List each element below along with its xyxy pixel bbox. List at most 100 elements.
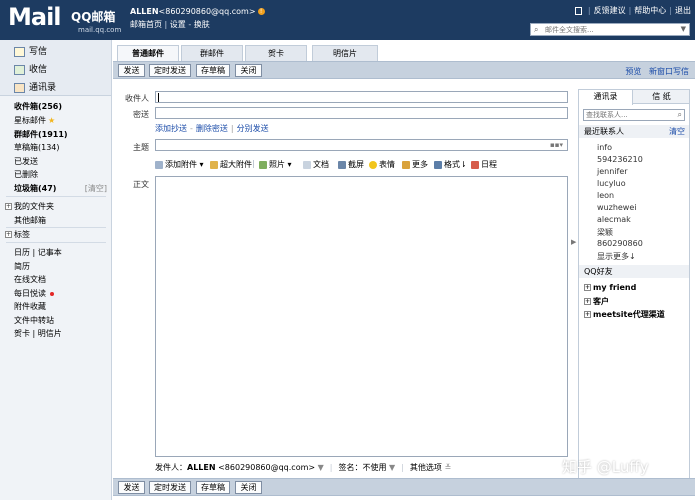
expand-options-icon[interactable]: ≚ (444, 463, 451, 472)
large-attachment-button[interactable]: 超大附件 (210, 159, 252, 170)
priority-menu-icon[interactable]: ▪▪▾ (550, 141, 563, 149)
close-button[interactable]: 关闭 (235, 64, 262, 77)
contact-item[interactable]: 梁颖 (597, 227, 613, 238)
file-transfer-link[interactable]: 文件中转站 (14, 315, 54, 326)
attachments-link[interactable]: 附件收藏 (14, 301, 46, 312)
group-customers[interactable]: + 客户 (584, 296, 609, 307)
schedule-button[interactable]: 日程 (471, 159, 497, 170)
tags[interactable]: + 标签 (5, 229, 30, 240)
tab-contacts[interactable]: 通讯录 (579, 90, 633, 105)
send-button-bottom[interactable]: 发送 (118, 481, 145, 494)
bcc-input[interactable] (155, 107, 568, 119)
receive-button[interactable]: 收信 (14, 62, 47, 75)
clear-recent-link[interactable]: 清空 (669, 125, 685, 138)
search-dropdown-icon[interactable]: ▼ (681, 25, 686, 33)
online-doc-link[interactable]: 在线文档 (14, 274, 46, 285)
other-options-link[interactable]: 其他选项 (410, 463, 442, 472)
to-input[interactable] (155, 91, 568, 103)
folder-deleted[interactable]: 已删除 (14, 169, 38, 180)
schedule-send-button[interactable]: 定时发送 (149, 64, 191, 77)
add-cc-link[interactable]: 添加抄送 (155, 124, 187, 133)
new-window-link[interactable]: 新窗口写信 (649, 67, 689, 76)
tab-stationery[interactable]: 信 纸 (634, 90, 689, 104)
contact-item[interactable]: wuzhewei (597, 203, 637, 212)
group-my-friend[interactable]: + my friend (584, 283, 636, 292)
close-button-bottom[interactable]: 关闭 (235, 481, 262, 494)
signature-dropdown-icon[interactable]: ▼ (389, 463, 395, 472)
screenshot-button[interactable]: 截屏 (338, 159, 364, 170)
folder-inbox[interactable]: 收件箱(256) (14, 101, 62, 112)
mail-body-editor[interactable] (155, 176, 568, 457)
more-button[interactable]: 更多 (402, 159, 428, 170)
separate-send-link[interactable]: 分别发送 (237, 124, 269, 133)
sender-email[interactable]: <860290860@qq.com> (218, 463, 315, 472)
contact-item[interactable]: leon (597, 191, 614, 200)
folder-sent[interactable]: 已发送 (14, 156, 38, 167)
contacts-panel: 通讯录 信 纸 ⌕ 最近联系人 清空 info 594236210 jennif… (578, 89, 690, 494)
contact-item[interactable]: alecmak (597, 215, 631, 224)
calendar-link[interactable]: 日历 (14, 248, 30, 257)
postcard-link[interactable]: 明信片 (38, 329, 62, 338)
phone-icon[interactable] (574, 6, 582, 15)
clear-spam-link[interactable]: [清空] (85, 183, 107, 194)
warning-icon[interactable]: ! (257, 8, 265, 15)
folder-starred[interactable]: 星标邮件 ★ (14, 115, 55, 126)
signature-select[interactable]: 签名：不使用 (339, 463, 387, 472)
document-button[interactable]: 文档 (303, 159, 329, 170)
my-folders[interactable]: + 我的文件夹 (5, 201, 54, 212)
contact-item[interactable]: lucyluo (597, 179, 626, 188)
feedback-link[interactable]: 反馈建议 (594, 6, 626, 15)
contact-item[interactable]: 860290860 (597, 239, 643, 248)
logout-link[interactable]: 退出 (675, 6, 691, 15)
expand-icon[interactable]: + (5, 231, 12, 238)
save-draft-button[interactable]: 存草稿 (196, 64, 230, 77)
contact-item[interactable]: info (597, 143, 612, 152)
expand-icon[interactable]: + (584, 284, 591, 291)
sender-name[interactable]: ALLEN (187, 463, 216, 472)
greeting-card-link[interactable]: 贺卡 (14, 329, 30, 338)
pencil-icon (14, 46, 25, 57)
tab-greeting-card[interactable]: 贺卡 (245, 45, 307, 61)
folder-group-mail[interactable]: 群邮件(1911) (14, 129, 68, 140)
emoji-button[interactable]: 表情 (369, 159, 395, 170)
tab-group-mail[interactable]: 群邮件 (181, 45, 243, 61)
expand-icon[interactable]: + (5, 203, 12, 210)
contact-item[interactable]: jennifer (597, 167, 628, 176)
send-button[interactable]: 发送 (118, 64, 145, 77)
schedule-send-button-bottom[interactable]: 定时发送 (149, 481, 191, 494)
collapse-panel-icon[interactable]: ▶ (571, 238, 576, 246)
qq-mail-logo[interactable]: Mail QQ邮箱 mail.qq.com (8, 4, 121, 36)
save-draft-button-bottom[interactable]: 存草稿 (196, 481, 230, 494)
expand-icon[interactable]: + (584, 311, 591, 318)
mail-search-input[interactable] (545, 25, 675, 35)
other-mailbox[interactable]: 其他邮箱 (14, 215, 46, 226)
settings-link[interactable]: 设置 (170, 20, 186, 29)
search-icon[interactable]: ⌕ (534, 26, 538, 34)
notebook-link[interactable]: 记事本 (38, 248, 62, 257)
group-meetsite[interactable]: + meetsite代理渠道 (584, 309, 665, 320)
daily-read-link[interactable]: 每日悦读 (14, 288, 54, 299)
resume-link[interactable]: 简历 (14, 261, 30, 272)
contact-search-input[interactable] (586, 110, 674, 120)
folder-spam[interactable]: 垃圾箱(47) (14, 183, 56, 194)
compose-button[interactable]: 写信 (14, 44, 47, 57)
photo-button[interactable]: 照片 ▾ (259, 159, 292, 170)
change-skin-link[interactable]: 换肤 (194, 20, 210, 29)
tab-normal-mail[interactable]: 普通邮件 (117, 45, 179, 62)
contacts-button[interactable]: 通讯录 (14, 80, 56, 93)
show-more-link[interactable]: 显示更多↓ (597, 251, 636, 262)
help-link[interactable]: 帮助中心 (634, 6, 666, 15)
folder-drafts[interactable]: 草稿箱(134) (14, 142, 60, 153)
subject-input[interactable]: ▪▪▾ (155, 139, 568, 151)
search-icon[interactable]: ⌕ (678, 111, 682, 119)
contact-item[interactable]: 594236210 (597, 155, 643, 164)
tab-postcard[interactable]: 明信片 (312, 45, 378, 61)
expand-icon[interactable]: + (584, 298, 591, 305)
preview-link[interactable]: 预览 (625, 67, 641, 76)
delete-bcc-link[interactable]: 删除密送 (196, 124, 228, 133)
sender-dropdown-icon[interactable]: ▼ (318, 463, 324, 472)
format-button[interactable]: 格式⇂ (434, 159, 467, 170)
mailbox-home-link[interactable]: 邮箱首页 (130, 20, 162, 29)
add-attachment-button[interactable]: 添加附件 ▾ (155, 159, 204, 170)
document-icon (303, 160, 311, 169)
